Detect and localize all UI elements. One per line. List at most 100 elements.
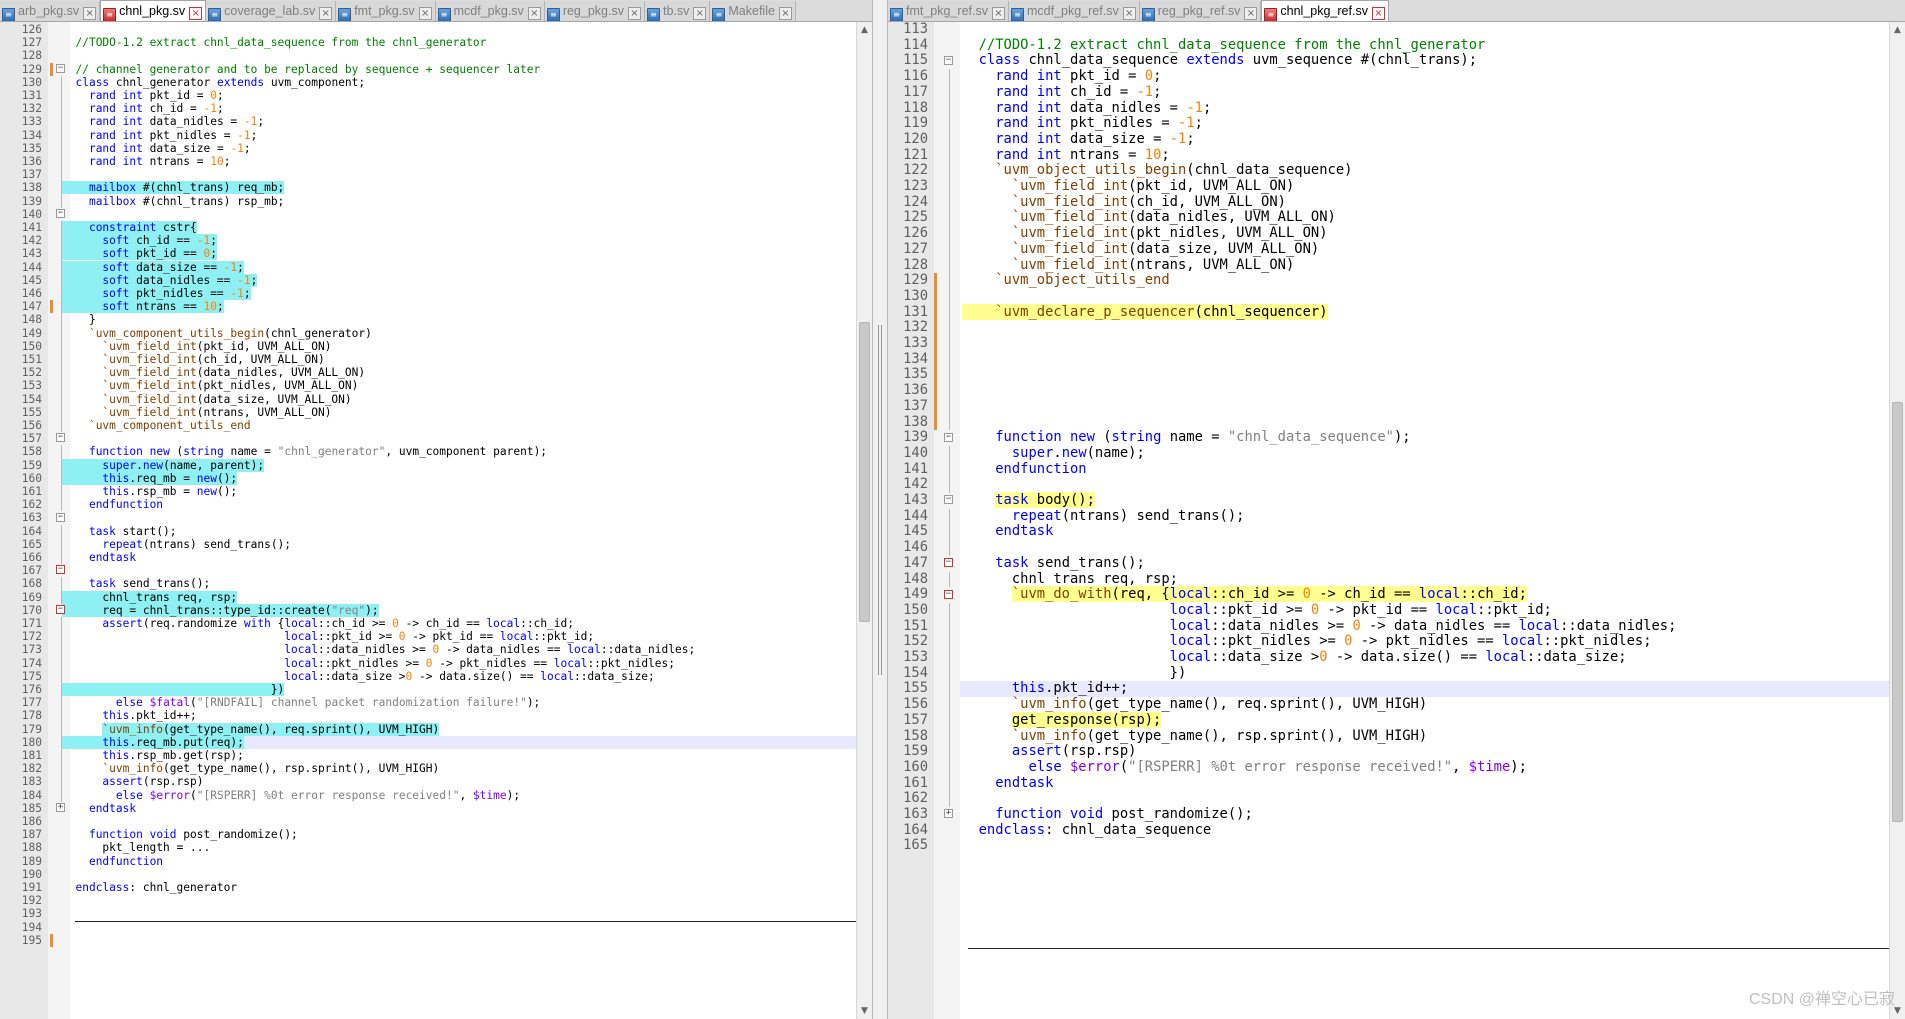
code-line[interactable]: 153 local::data_size >0 -> data.size() =…: [888, 649, 1889, 666]
fold-toggle-icon[interactable]: −: [944, 589, 953, 599]
code-line[interactable]: 142 soft ch_id == -1;: [0, 234, 856, 248]
code-line[interactable]: 195: [0, 934, 856, 947]
code-line[interactable]: 184 else $error("[RSPERR] %0t error resp…: [0, 789, 856, 802]
split-view-divider[interactable]: [872, 0, 888, 1019]
code-line[interactable]: 187 function void post_randomize();: [0, 828, 856, 841]
close-tab-icon[interactable]: ×: [1122, 7, 1136, 20]
code-line[interactable]: 181 this.rsp_mb.get(rsp);: [0, 749, 856, 762]
code-line[interactable]: 145 endtask: [888, 524, 1889, 540]
tab-tb-sv[interactable]: ≡ tb.sv ×: [644, 1, 711, 21]
code-line[interactable]: 124 `uvm_field_int(ch_id, UVM_ALL_ON): [888, 194, 1889, 211]
code-line[interactable]: 117 rand int ch_id = -1;: [888, 84, 1889, 101]
code-line[interactable]: 188 pkt_length = ...: [0, 841, 856, 854]
tab-chnl-pkg-ref-sv[interactable]: ≡ chnl_pkg_ref.sv ×: [1261, 0, 1389, 21]
code-line[interactable]: 179 `uvm_info(get_type_name(), req.sprin…: [0, 722, 856, 736]
tab-fmt-pkg-ref-sv[interactable]: ≡ fmt_pkg_ref.sv ×: [888, 1, 1009, 21]
code-line[interactable]: 189 endfunction: [0, 855, 856, 868]
tab-makefile[interactable]: ≡ Makefile ×: [710, 1, 796, 21]
code-line[interactable]: 120 rand int data_size = -1;: [888, 131, 1889, 148]
code-line[interactable]: 160 else $error("[RSPERR] %0t error resp…: [888, 759, 1889, 776]
code-line[interactable]: 193: [0, 907, 856, 920]
code-line[interactable]: 148 chnl_trans req, rsp;: [888, 571, 1889, 588]
tab-coverage-lab-sv[interactable]: ≡ coverage_lab.sv ×: [206, 1, 337, 21]
code-line[interactable]: 165 repeat(ntrans) send_trans();: [0, 538, 856, 551]
code-line[interactable]: 134: [888, 351, 1889, 368]
code-line[interactable]: 145 soft data_nidles == -1;: [0, 273, 856, 287]
code-line[interactable]: 155 `uvm_field_int(ntrans, UVM_ALL_ON): [0, 406, 856, 419]
tab-fmt-pkg-sv[interactable]: ≡ fmt_pkg.sv ×: [336, 1, 436, 21]
code-line[interactable]: 144 repeat(ntrans) send_trans();: [888, 508, 1889, 525]
code-line[interactable]: 190: [0, 868, 856, 881]
code-line[interactable]: 113: [888, 22, 1889, 38]
code-line[interactable]: 135: [888, 367, 1889, 383]
code-line[interactable]: 134 rand int pkt_nidles = -1;: [0, 129, 856, 142]
code-line[interactable]: 158 `uvm_info(get_type_name(), rsp.sprin…: [888, 728, 1889, 745]
code-line[interactable]: 169 chnl_trans req, rsp;: [0, 590, 856, 604]
code-line[interactable]: 141 endfunction: [888, 461, 1889, 478]
tab-mcdf-pkg-ref-sv[interactable]: ≡ mcdf_pkg_ref.sv ×: [1008, 1, 1140, 21]
fold-toggle-icon[interactable]: −: [56, 433, 65, 443]
tab-arb-pkg-sv[interactable]: ≡ arb_pkg.sv ×: [0, 1, 101, 21]
close-tab-icon[interactable]: ×: [319, 7, 333, 20]
code-line[interactable]: 130 class chnl_generator extends uvm_com…: [0, 76, 856, 89]
close-tab-icon[interactable]: ×: [418, 7, 432, 20]
code-line[interactable]: 149 `uvm_component_utils_begin(chnl_gene…: [0, 327, 856, 340]
scroll-down-icon[interactable]: ▼: [857, 1003, 872, 1019]
code-line[interactable]: 115 class chnl_data_sequence extends uvm…: [888, 53, 1889, 69]
code-line[interactable]: 148 }: [0, 313, 856, 326]
code-line[interactable]: 154 }): [888, 665, 1889, 682]
code-line[interactable]: 159 assert(rsp.rsp): [888, 743, 1889, 760]
code-line[interactable]: 161 this.rsp_mb = new();: [0, 485, 856, 498]
code-line[interactable]: 121 rand int ntrans = 10;: [888, 147, 1889, 164]
code-line[interactable]: 132 rand int ch_id = -1;: [0, 102, 856, 115]
code-line[interactable]: 114 //TODO-1.2 extract chnl_data_sequenc…: [888, 37, 1889, 54]
code-line[interactable]: 162 endfunction: [0, 498, 856, 511]
code-line[interactable]: 157: [0, 432, 856, 445]
right-code-view[interactable]: 113 114 //TODO-1.2 extract chnl_data_sequ…: [888, 22, 1889, 1019]
code-line[interactable]: 146 soft pkt_nidles == -1;: [0, 287, 856, 300]
code-line[interactable]: 132: [888, 320, 1889, 336]
code-line[interactable]: 173 local::data_nidles >= 0 -> data_nidl…: [0, 643, 856, 656]
code-line[interactable]: 150 local::pkt_id >= 0 -> pkt_id == loca…: [888, 602, 1889, 619]
code-line[interactable]: 192: [0, 894, 856, 907]
code-line[interactable]: 168 task send_trans();: [0, 577, 856, 590]
code-line[interactable]: 186: [0, 815, 856, 828]
fold-toggle-icon[interactable]: −: [56, 208, 65, 218]
code-line[interactable]: 122 `uvm_object_utils_begin(chnl_data_se…: [888, 162, 1889, 179]
code-line[interactable]: 116 rand int pkt_id = 0;: [888, 68, 1889, 85]
close-tab-icon[interactable]: ×: [1244, 7, 1258, 20]
code-line[interactable]: 140: [0, 208, 856, 221]
code-line[interactable]: 159 super.new(name, parent);: [0, 458, 856, 472]
code-line[interactable]: 138: [888, 414, 1889, 431]
code-line[interactable]: 153 `uvm_field_int(pkt_nidles, UVM_ALL_O…: [0, 379, 856, 392]
fold-toggle-icon[interactable]: −: [56, 63, 65, 73]
code-line[interactable]: 152 `uvm_field_int(data_nidles, UVM_ALL_…: [0, 366, 856, 379]
code-line[interactable]: 149 `uvm_do_with(req, {local::ch_id >= 0…: [888, 586, 1889, 603]
code-line[interactable]: 191 endclass: chnl_generator: [0, 881, 856, 894]
close-tab-icon[interactable]: ×: [1371, 7, 1385, 20]
right-scroll-thumb[interactable]: [1892, 402, 1903, 822]
code-line[interactable]: 157 get_response(rsp);: [888, 711, 1889, 729]
tab-mcdf-pkg-sv[interactable]: ≡ mcdf_pkg.sv ×: [435, 1, 545, 21]
code-line[interactable]: 139 function new (string name = "chnl_da…: [888, 429, 1889, 446]
fold-toggle-icon[interactable]: −: [944, 55, 953, 65]
code-line[interactable]: 147 task send_trans();: [888, 555, 1889, 572]
close-tab-icon[interactable]: ×: [991, 7, 1005, 20]
code-line[interactable]: 143 soft pkt_id == 0;: [0, 247, 856, 261]
left-editor-pane[interactable]: ≡ arb_pkg.sv × ≡ chnl_pkg.sv × ≡ coverage_lab.s…: [0, 0, 872, 1019]
code-line[interactable]: 118 rand int data_nidles = -1;: [888, 100, 1889, 117]
code-line[interactable]: 176 }): [0, 683, 856, 696]
code-line[interactable]: 152 local::pkt_nidles >= 0 -> pkt_nidles…: [888, 633, 1889, 650]
code-line[interactable]: 160 this.req_mb = new();: [0, 471, 856, 485]
close-tab-icon[interactable]: ×: [189, 7, 203, 20]
code-line[interactable]: 151 `uvm_field_int(ch_id, UVM_ALL_ON): [0, 353, 856, 366]
code-line[interactable]: 182 `uvm_info(get_type_name(), rsp.sprin…: [0, 762, 856, 775]
fold-toggle-icon[interactable]: +: [56, 802, 65, 812]
fold-toggle-icon[interactable]: −: [944, 558, 953, 568]
scroll-up-icon[interactable]: ▲: [1890, 22, 1905, 38]
fold-toggle-icon[interactable]: +: [944, 809, 953, 819]
code-line[interactable]: 178 this.pkt_id++;: [0, 709, 856, 722]
right-vertical-scrollbar[interactable]: ▲ ▼: [1889, 22, 1905, 1019]
code-line[interactable]: 142: [888, 477, 1889, 493]
code-line[interactable]: 151 local::data_nidles >= 0 -> data_nidl…: [888, 618, 1889, 635]
